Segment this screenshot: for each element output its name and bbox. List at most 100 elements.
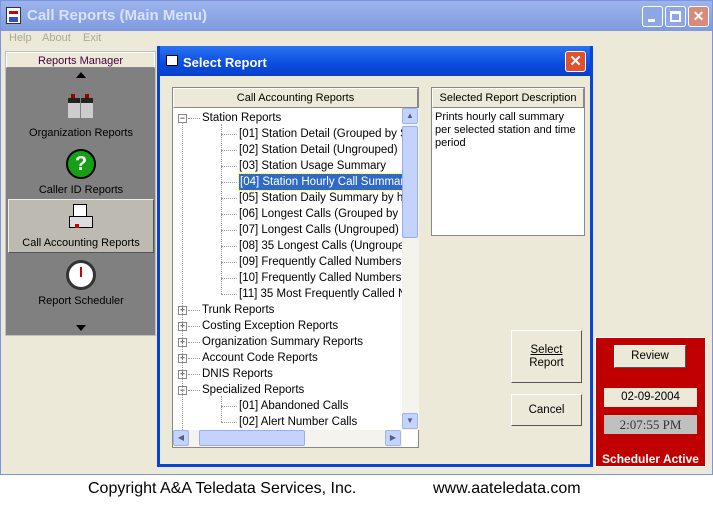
tree-line <box>188 326 200 327</box>
sidebar-item-organization-reports[interactable]: Organization Reports <box>8 88 154 142</box>
hscroll-thumb[interactable] <box>199 430 305 446</box>
sidebar-item-caller-id-reports[interactable]: ? Caller ID Reports <box>8 145 154 199</box>
review-button[interactable]: Review <box>614 345 686 368</box>
tree-item[interactable]: [07] Longest Calls (Ungrouped) <box>239 222 399 238</box>
close-button[interactable]: ✕ <box>688 6 709 27</box>
tree-line <box>188 390 200 391</box>
time-display: 2:07:55 PM <box>604 415 697 434</box>
report-description-panel: Selected Report Description Prints hourl… <box>431 87 585 236</box>
tree-item[interactable]: [01] Station Detail (Grouped by Sta <box>239 126 402 142</box>
tree-group[interactable]: Specialized Reports <box>202 382 304 398</box>
menu-help[interactable]: Help <box>9 32 32 44</box>
scroll-up-button[interactable]: ▲ <box>402 108 418 124</box>
report-label: Report <box>529 357 564 369</box>
tree-body: − Station Reports [01] Station Detail (Gro… <box>173 108 402 430</box>
tree-line <box>221 246 237 247</box>
tree-line <box>221 262 237 263</box>
scheduler-status: Scheduler Active <box>602 452 699 466</box>
sidebar-item-label: Organization Reports <box>29 127 133 139</box>
tree-item[interactable]: [02] Alert Number Calls <box>239 414 357 430</box>
sidebar-item-label: Call Accounting Reports <box>22 237 140 249</box>
tree-line <box>221 182 237 183</box>
people-icon <box>66 92 96 122</box>
tree-group[interactable]: Station Reports <box>202 110 281 126</box>
tree-item[interactable]: [10] Frequently Called Numbers (U <box>239 270 402 286</box>
scroll-left-button[interactable]: ◀ <box>173 430 189 446</box>
copyright-text: Copyright A&A Teledata Services, Inc. <box>88 480 357 497</box>
tree-line <box>221 150 237 151</box>
review-label: Review <box>631 350 669 362</box>
date-display: 02-09-2004 <box>604 388 697 407</box>
menu-exit[interactable]: Exit <box>83 32 101 44</box>
tree-header: Call Accounting Reports <box>173 88 418 108</box>
maximize-button[interactable] <box>665 6 686 27</box>
menu-bar: Help About Exit <box>1 31 712 47</box>
printer-icon <box>67 204 97 234</box>
tree-line <box>221 214 237 215</box>
tree-line <box>188 374 200 375</box>
tree-group[interactable]: Account Code Reports <box>202 350 318 366</box>
vertical-scrollbar[interactable]: ▲ ▼ <box>402 108 419 430</box>
report-tree: Call Accounting Reports − Station Reports… <box>172 87 419 448</box>
folder-icon <box>166 55 178 66</box>
sidebar-item-report-scheduler[interactable]: Report Scheduler <box>8 256 154 310</box>
scroll-down-arrow-icon[interactable] <box>76 325 86 331</box>
tree-group[interactable]: Organization Summary Reports <box>202 334 363 350</box>
tree-item[interactable]: [08] 35 Longest Calls (Ungrouped) <box>239 238 402 254</box>
tree-item[interactable]: [03] Station Usage Summary <box>239 158 386 174</box>
reports-manager-header: Reports Manager <box>6 52 155 68</box>
scroll-right-button[interactable]: ▶ <box>385 430 401 446</box>
scroll-thumb[interactable] <box>402 126 418 238</box>
select-report-dialog: Select Report ✕ Call Accounting Reports … <box>157 46 593 467</box>
tree-line <box>221 294 237 295</box>
tree-line <box>221 134 237 135</box>
description-text: Prints hourly call summary per selected … <box>435 111 576 149</box>
tree-item[interactable]: [04] Station Hourly Call Summary <box>237 173 402 191</box>
sidebar-item-label: Caller ID Reports <box>38 184 124 196</box>
horizontal-scrollbar[interactable]: ◀ ▶ <box>173 430 402 447</box>
website-link[interactable]: www.aateledata.com <box>433 480 581 498</box>
tree-group[interactable]: Trunk Reports <box>202 302 274 318</box>
stopwatch-icon <box>66 260 96 290</box>
menu-about[interactable]: About <box>42 32 71 44</box>
reports-manager-panel: Reports Manager Organization Reports ? C… <box>5 51 156 336</box>
window-title: Call Reports (Main Menu) <box>27 7 208 24</box>
cancel-label: Cancel <box>528 404 565 416</box>
tree-item[interactable]: [09] Frequently Called Numbers (G <box>239 254 402 270</box>
tree-item[interactable]: [01] Abandoned Calls <box>239 398 348 414</box>
tree-group[interactable]: DNIS Reports <box>202 366 273 382</box>
scheduler-panel: Review 02-09-2004 2:07:55 PM Scheduler A… <box>595 337 706 467</box>
tree-line <box>221 422 237 423</box>
tree-line <box>188 358 200 359</box>
tree-line <box>188 310 200 311</box>
title-bar: Call Reports (Main Menu) ✕ <box>1 1 712 31</box>
app-icon <box>6 7 21 24</box>
tree-line <box>221 198 237 199</box>
select-label: Select <box>530 344 563 356</box>
tree-line <box>221 166 237 167</box>
footer: Copyright A&A Teledata Services, Inc. ww… <box>0 475 713 506</box>
tree-item[interactable]: [11] 35 Most Frequently Called Nu <box>239 286 402 302</box>
question-icon: ? <box>66 149 96 179</box>
scroll-down-button[interactable]: ▼ <box>402 413 418 429</box>
tree-group[interactable]: Costing Exception Reports <box>202 318 338 334</box>
tree-item[interactable]: [06] Longest Calls (Grouped by Sta <box>239 206 402 222</box>
tree-item[interactable]: [05] Station Daily Summary by hou <box>239 190 402 206</box>
dialog-close-button[interactable]: ✕ <box>565 51 586 72</box>
cancel-button[interactable]: Cancel <box>511 394 582 426</box>
tree-line <box>188 118 200 119</box>
tree-line <box>182 122 183 430</box>
sidebar-item-call-accounting-reports[interactable]: Call Accounting Reports <box>8 199 154 253</box>
tree-line <box>221 396 222 422</box>
tree-line <box>221 278 237 279</box>
tree-line <box>221 406 237 407</box>
tree-item[interactable]: [02] Station Detail (Ungrouped) <box>239 142 398 158</box>
minimize-button[interactable] <box>642 6 663 27</box>
tree-line <box>188 342 200 343</box>
tree-line <box>221 124 222 294</box>
select-report-button[interactable]: Select Report <box>511 330 582 383</box>
dialog-title-bar: Select Report ✕ <box>160 46 590 76</box>
tree-line <box>221 230 237 231</box>
scroll-up-arrow-icon[interactable] <box>76 72 86 78</box>
dialog-title: Select Report <box>183 55 267 70</box>
